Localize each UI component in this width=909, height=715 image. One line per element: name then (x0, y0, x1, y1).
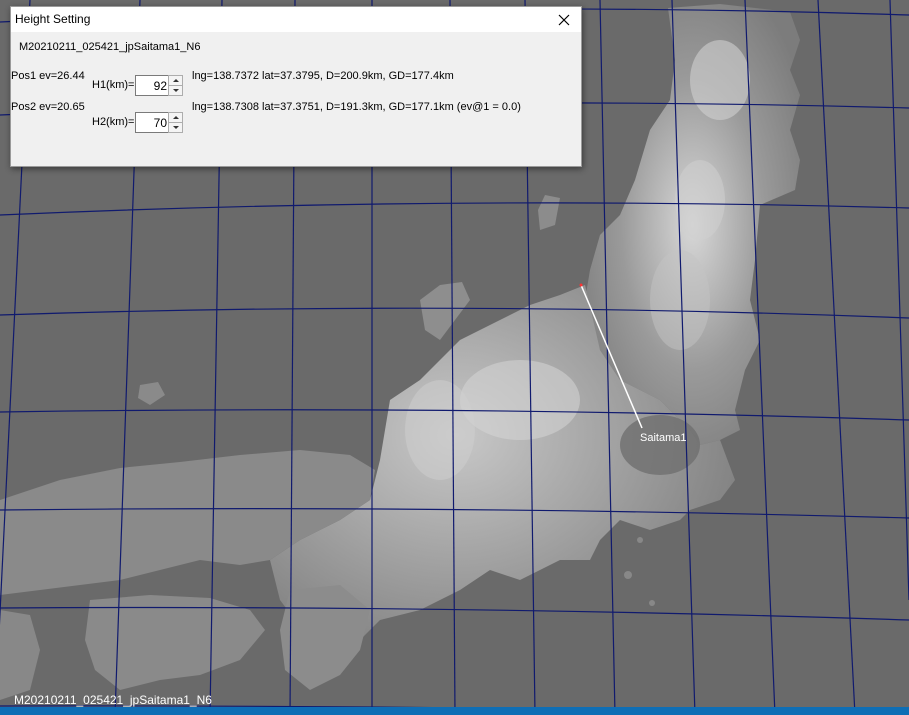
taskbar-strip (0, 707, 909, 715)
h2-label: H2(km)= (92, 116, 135, 128)
terrain-highlight-1 (690, 40, 750, 120)
h2-input[interactable] (135, 112, 170, 133)
h1-decrement-button[interactable] (168, 85, 183, 96)
station-label: Saitama1 (640, 432, 687, 444)
h2-decrement-button[interactable] (168, 122, 183, 133)
h2-spinner (135, 112, 183, 133)
island-izu-2 (624, 571, 632, 579)
pos1-label: Pos1 ev=26.44 (11, 70, 85, 82)
footer-session-label: M20210211_025421_jpSaitama1_N6 (14, 693, 212, 707)
arrow-down-icon (172, 126, 179, 129)
close-button[interactable] (547, 7, 581, 32)
terrain-highlight-4 (405, 380, 475, 480)
pos1-info: lng=138.7372 lat=37.3795, D=200.9km, GD=… (192, 70, 454, 82)
h1-input[interactable] (135, 75, 170, 96)
meteor-start-marker (579, 283, 583, 287)
arrow-down-icon (172, 89, 179, 92)
terrain-highlight-3 (460, 360, 580, 440)
h1-label: H1(km)= (92, 79, 135, 91)
kanto-plain (620, 415, 700, 475)
height-setting-dialog: Height Setting M20210211_025421_jpSaitam… (10, 6, 582, 167)
pos2-label: Pos2 ev=20.65 (11, 101, 85, 113)
terrain-highlight-2 (675, 160, 725, 240)
close-icon (558, 14, 570, 25)
island-izu-3 (649, 600, 655, 606)
h1-spinner (135, 75, 183, 96)
pos2-info: lng=138.7308 lat=37.3751, D=191.3km, GD=… (192, 101, 521, 113)
dialog-titlebar[interactable]: Height Setting (11, 7, 581, 32)
session-name: M20210211_025421_jpSaitama1_N6 (19, 41, 201, 53)
island-izu-1 (637, 537, 643, 543)
dialog-title: Height Setting (15, 12, 91, 26)
arrow-up-icon (172, 116, 179, 119)
arrow-up-icon (172, 79, 179, 82)
